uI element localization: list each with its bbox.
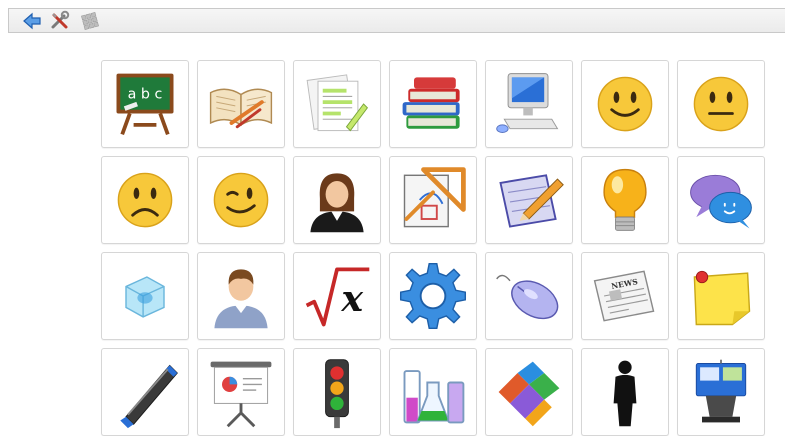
symbol-news[interactable]: NEWS [581,252,669,340]
symbol-notes[interactable] [293,60,381,148]
symbol-read[interactable] [197,60,285,148]
woman-icon [310,173,364,233]
person-silhouette-icon [613,360,637,427]
smiley-wink-icon [213,172,269,228]
computer-icon [496,73,559,133]
symbol-presentation[interactable] [197,348,285,436]
symbol-marker[interactable] [101,348,189,436]
smiley-sad-icon [117,172,173,228]
ice-cube-icon [125,276,165,318]
square-root-x-icon: x [305,267,370,327]
chalkboard-abc-icon: a b c [116,73,174,136]
settings-button[interactable] [49,10,71,32]
symbol-ice[interactable] [101,252,189,340]
symbol-chat[interactable] [677,156,765,244]
symbol-geometry[interactable] [389,156,477,244]
sticky-note-icon [693,270,751,326]
symbol-school[interactable]: a b c [101,60,189,148]
chalkboard-text: a b c [128,86,163,102]
grid-icon [81,12,99,30]
symbol-science[interactable] [389,348,477,436]
light-bulb-icon [603,168,647,231]
symbol-books[interactable] [389,60,477,148]
symbol-neutral[interactable] [677,60,765,148]
grid-button[interactable] [79,10,101,32]
mouse-icon [496,274,559,320]
gear-icon [399,262,467,330]
tools-icon [51,10,70,29]
symbol-person[interactable] [581,348,669,436]
open-book-icon [209,88,273,129]
symbol-write[interactable] [485,156,573,244]
newspaper-icon: NEWS [593,270,655,322]
marker-icon [120,364,178,429]
smiley-neutral-icon [693,76,749,132]
symbol-woman[interactable] [293,156,381,244]
tetris-blocks-icon [498,361,560,427]
symbol-grid: a b c x NEWS [101,60,765,436]
traffic-light-icon [325,359,349,429]
symbol-sad[interactable] [101,156,189,244]
back-arrow-icon [23,12,41,30]
symbol-puzzle[interactable] [485,348,573,436]
highlighted-papers-icon [306,74,369,132]
symbol-settings[interactable] [389,252,477,340]
math-text: x [340,277,363,320]
notepad-pencil-icon [499,174,564,228]
symbol-computer[interactable] [485,60,573,148]
symbol-traffic[interactable] [293,348,381,436]
smiley-happy-icon [597,76,653,132]
podium-icon [695,359,747,423]
symbol-man[interactable] [197,252,285,340]
symbol-wink[interactable] [197,156,285,244]
symbol-idea[interactable] [581,156,669,244]
symbol-happy[interactable] [581,60,669,148]
set-square-icon [403,167,466,228]
symbol-note[interactable] [677,252,765,340]
toolbar [8,8,785,33]
book-stack-icon [402,77,460,129]
man-icon [214,269,268,329]
back-button[interactable] [21,10,43,32]
speech-bubbles-icon [690,174,752,229]
symbol-mouse[interactable] [485,252,573,340]
lab-flasks-icon [403,370,465,424]
presentation-board-icon [210,361,272,428]
symbol-keynote[interactable] [677,348,765,436]
symbol-math[interactable]: x [293,252,381,340]
